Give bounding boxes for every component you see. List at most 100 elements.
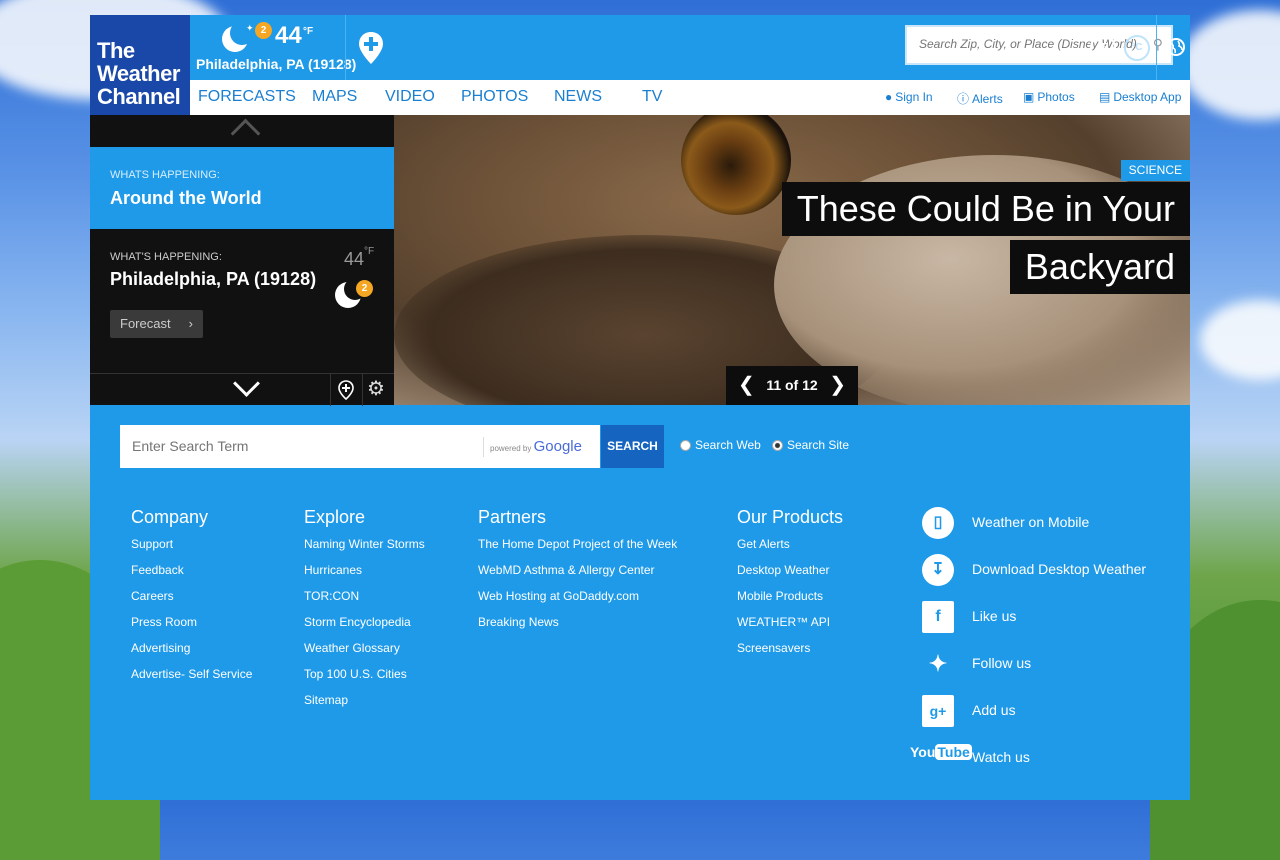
footer-link-hurricanes[interactable]: Hurricanes — [304, 562, 425, 588]
bottom-bar-divider-2 — [362, 374, 363, 406]
photos-link[interactable]: ▣ Photos — [1023, 90, 1075, 104]
slide-pager: ❮ 11 of 12 ❯ — [726, 366, 858, 405]
footer-link-breaking-news[interactable]: Breaking News — [478, 614, 677, 640]
fahrenheit-button[interactable]: °F — [1090, 35, 1116, 61]
footer-link-desktop-weather[interactable]: Desktop Weather — [737, 562, 843, 588]
header-location: Philadelphia, PA (19128) — [196, 56, 357, 72]
header-divider-2 — [1156, 15, 1157, 80]
hero-headline[interactable]: These Could Be in Your Backyard — [781, 182, 1190, 298]
forecast-button[interactable]: Forecast › — [110, 310, 203, 338]
nav-photos[interactable]: PHOTOS — [461, 88, 528, 106]
footer-link-feedback[interactable]: Feedback — [131, 562, 252, 588]
radio-unchecked-icon — [680, 440, 691, 451]
add-location-icon[interactable] — [358, 31, 384, 65]
hero-photo-eye — [681, 115, 791, 215]
add-location-icon[interactable] — [338, 380, 354, 400]
sign-in-link[interactable]: ● Sign In — [885, 90, 933, 104]
panel-bottom-bar: ⚙ — [90, 370, 394, 406]
footer-link-storm-encyclopedia[interactable]: Storm Encyclopedia — [304, 614, 425, 640]
around-the-world-item[interactable]: WHATS HAPPENING: Around the World — [90, 147, 404, 229]
gear-icon[interactable]: ⚙ — [367, 376, 385, 401]
footer-link-get-alerts[interactable]: Get Alerts — [737, 536, 843, 562]
nav-tv[interactable]: TV — [642, 88, 662, 106]
info-icon: ⓘ — [957, 92, 970, 106]
footer-link-weather-api[interactable]: WEATHER™ API — [737, 614, 843, 640]
chevron-down-icon[interactable] — [233, 370, 260, 397]
next-slide-icon[interactable]: ❯ — [829, 366, 846, 405]
site-search-input[interactable] — [130, 437, 474, 455]
previous-slide-icon[interactable]: ❮ — [738, 366, 755, 405]
download-icon: ↧ — [922, 554, 954, 586]
logo-line-2: Weather — [97, 61, 180, 86]
search-web-radio[interactable]: Search Web — [680, 438, 761, 452]
google-logo: Google — [533, 438, 582, 455]
products-column: Our Products Get Alerts Desktop Weather … — [737, 507, 843, 666]
browser-page: The Weather Channel ✦ 2 44 °F Philadelph… — [90, 15, 1190, 800]
site-search-box[interactable]: powered by Google — [120, 425, 600, 468]
footer-link-webmd[interactable]: WebMD Asthma & Allergy Center — [478, 562, 677, 588]
header-divider — [345, 15, 346, 80]
nav-forecasts[interactable]: FORECASTS — [198, 88, 296, 106]
local-alert-badge: 2 — [356, 280, 373, 297]
footer-link-mobile-products[interactable]: Mobile Products — [737, 588, 843, 614]
company-heading: Company — [131, 507, 209, 527]
social-label-mobile: Weather on Mobile — [972, 514, 1090, 530]
partners-heading: Partners — [478, 507, 547, 527]
company-column: Company Support Feedback Careers Press R… — [131, 507, 252, 692]
hero-slideshow[interactable]: SCIENCE These Could Be in Your Backyard … — [394, 115, 1190, 405]
mobile-icon: ▯ — [922, 507, 954, 539]
celsius-button[interactable]: °C — [1124, 35, 1150, 61]
nav-maps[interactable]: MAPS — [312, 88, 357, 106]
desktop-app-link[interactable]: ▤ Desktop App — [1099, 90, 1181, 104]
moon-icon: ✦ — [222, 21, 254, 52]
globe-icon[interactable] — [1166, 37, 1186, 57]
footer-link-screensavers[interactable]: Screensavers — [737, 640, 843, 666]
footer-link-top-100-cities[interactable]: Top 100 U.S. Cities — [304, 666, 425, 692]
local-happening-item[interactable]: WHAT'S HAPPENING: Philadelphia, PA (1912… — [90, 229, 394, 373]
nav-news[interactable]: NEWS — [554, 88, 602, 106]
footer-link-advertising[interactable]: Advertising — [131, 640, 252, 666]
alerts-label: Alerts — [972, 92, 1003, 106]
footer-link-careers[interactable]: Careers — [131, 588, 252, 614]
sign-in-label: Sign In — [895, 90, 933, 104]
radio-checked-icon — [772, 440, 783, 451]
alerts-link[interactable]: ⓘ Alerts — [957, 90, 1003, 107]
around-world-title: Around the World — [110, 188, 262, 208]
footer-link-godaddy[interactable]: Web Hosting at GoDaddy.com — [478, 588, 677, 614]
twitter-icon: ✦ — [928, 651, 948, 676]
footer-link-weather-glossary[interactable]: Weather Glossary — [304, 640, 425, 666]
search-icon[interactable]: ⚲ — [1153, 36, 1163, 53]
category-badge[interactable]: SCIENCE — [1120, 160, 1190, 181]
slide-counter: 11 of 12 — [766, 377, 818, 393]
weather-channel-logo[interactable]: The Weather Channel — [90, 15, 190, 115]
social-label-googleplus: Add us — [972, 702, 1016, 718]
logo-line-1: The — [97, 38, 135, 63]
footer-link-torcon[interactable]: TOR:CON — [304, 588, 425, 614]
partners-column: Partners The Home Depot Project of the W… — [478, 507, 677, 640]
social-label-twitter: Follow us — [972, 655, 1032, 671]
headline-line-1: These Could Be in Your — [781, 182, 1190, 236]
nav-video[interactable]: VIDEO — [385, 88, 435, 106]
chevron-up-icon[interactable] — [230, 118, 261, 149]
bottom-bar-divider — [330, 374, 331, 406]
forecast-label: Forecast — [120, 316, 171, 331]
footer-link-sitemap[interactable]: Sitemap — [304, 692, 425, 718]
headline-line-2: Backyard — [1009, 240, 1190, 294]
alert-count-badge: 2 — [255, 22, 272, 39]
footer-link-support[interactable]: Support — [131, 536, 252, 562]
search-site-radio[interactable]: Search Site — [772, 438, 849, 452]
footer-link-home-depot[interactable]: The Home Depot Project of the Week — [478, 536, 677, 562]
header-temperature-unit: °F — [303, 26, 314, 37]
photos-label: Photos — [1037, 90, 1075, 104]
image-icon: ▣ — [1023, 90, 1035, 104]
local-temperature-unit: °F — [364, 246, 375, 257]
current-weather-widget[interactable]: ✦ 2 44 °F Philadelphia, PA (19128) — [196, 15, 356, 80]
main-nav-bar: FORECASTS MAPS VIDEO PHOTOS NEWS TV ● Sig… — [190, 80, 1190, 115]
download-box-icon: ▤ — [1099, 90, 1111, 104]
footer-link-press-room[interactable]: Press Room — [131, 614, 252, 640]
footer-link-advertise-self-service[interactable]: Advertise- Self Service — [131, 666, 252, 692]
explore-column: Explore Naming Winter Storms Hurricanes … — [304, 507, 425, 718]
logo-line-3: Channel — [97, 84, 181, 109]
site-search-button[interactable]: SEARCH — [601, 425, 664, 468]
footer-link-naming-winter-storms[interactable]: Naming Winter Storms — [304, 536, 425, 562]
